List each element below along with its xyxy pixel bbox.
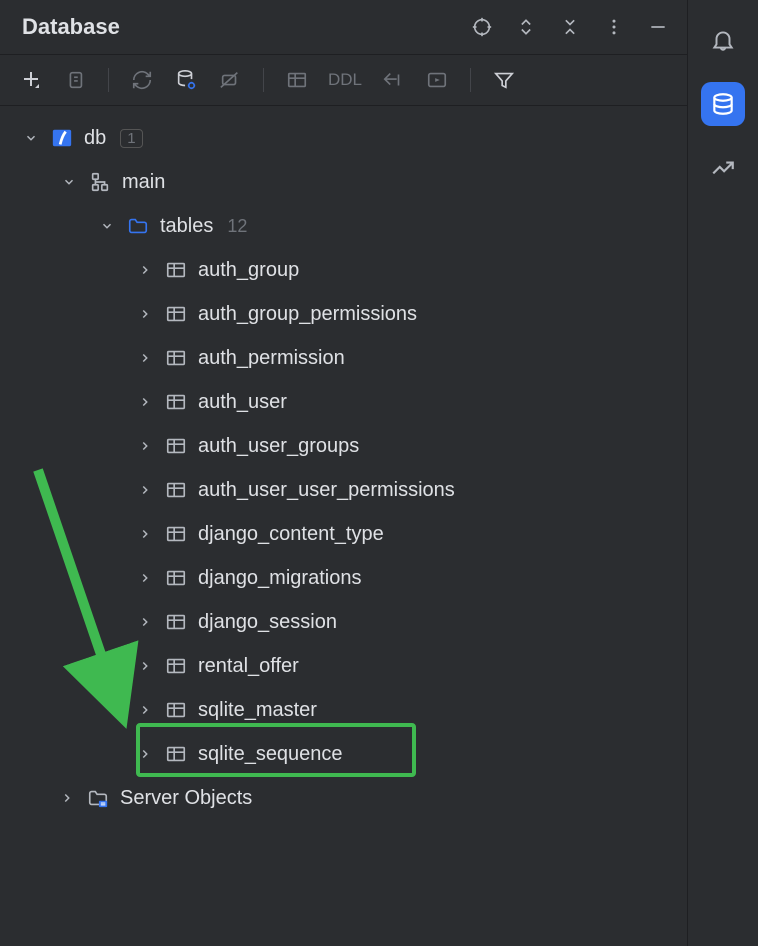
schema-label: main bbox=[122, 171, 165, 194]
chevron-down-icon[interactable] bbox=[22, 129, 40, 147]
chevron-right-icon[interactable] bbox=[136, 701, 154, 719]
table-name: auth_group bbox=[198, 259, 299, 282]
minimize-icon[interactable] bbox=[647, 16, 669, 38]
toolbar-separator bbox=[263, 68, 264, 92]
toolbar-separator bbox=[108, 68, 109, 92]
table-icon bbox=[164, 346, 188, 370]
server-objects-label: Server Objects bbox=[120, 787, 252, 810]
table-icon bbox=[164, 522, 188, 546]
add-button[interactable] bbox=[18, 67, 44, 93]
notifications-button[interactable] bbox=[701, 18, 745, 62]
table-view-button[interactable] bbox=[284, 67, 310, 93]
db-label: db bbox=[84, 127, 106, 150]
copy-button[interactable] bbox=[62, 67, 88, 93]
sqlite-icon bbox=[50, 126, 74, 150]
toolbar: DDL bbox=[0, 55, 687, 106]
database-tree: db 1 main tables 12 a bbox=[0, 106, 687, 946]
chevron-down-icon[interactable] bbox=[60, 173, 78, 191]
tree-node-table[interactable]: rental_offer bbox=[8, 644, 679, 688]
chevron-right-icon[interactable] bbox=[136, 305, 154, 323]
tables-count: 12 bbox=[227, 216, 247, 237]
collapse-icon[interactable] bbox=[559, 16, 581, 38]
folder-icon bbox=[126, 214, 150, 238]
chevron-right-icon[interactable] bbox=[136, 349, 154, 367]
table-icon bbox=[164, 434, 188, 458]
console-button[interactable] bbox=[424, 67, 450, 93]
right-rail bbox=[688, 0, 758, 946]
tree-node-table[interactable]: auth_user_user_permissions bbox=[8, 468, 679, 512]
panel-title: Database bbox=[22, 14, 120, 40]
chevron-right-icon[interactable] bbox=[136, 481, 154, 499]
tree-node-table[interactable]: django_content_type bbox=[8, 512, 679, 556]
table-icon bbox=[164, 390, 188, 414]
table-name: auth_user bbox=[198, 391, 287, 414]
chevron-right-icon[interactable] bbox=[136, 613, 154, 631]
header-actions bbox=[471, 16, 669, 38]
db-badge: 1 bbox=[120, 129, 142, 148]
table-name: django_content_type bbox=[198, 523, 384, 546]
chevron-right-icon[interactable] bbox=[136, 657, 154, 675]
refresh-button[interactable] bbox=[129, 67, 155, 93]
tree-node-table[interactable]: auth_group bbox=[8, 248, 679, 292]
chevron-right-icon[interactable] bbox=[136, 745, 154, 763]
table-icon bbox=[164, 478, 188, 502]
panel-header: Database bbox=[0, 0, 687, 55]
table-name: sqlite_master bbox=[198, 699, 317, 722]
jump-button[interactable] bbox=[380, 67, 406, 93]
tree-node-table[interactable]: sqlite_sequence bbox=[8, 732, 679, 776]
chevron-right-icon[interactable] bbox=[136, 393, 154, 411]
chevron-right-icon[interactable] bbox=[136, 261, 154, 279]
datasource-settings-button[interactable] bbox=[173, 67, 199, 93]
tree-node-table[interactable]: auth_user_groups bbox=[8, 424, 679, 468]
table-name: django_session bbox=[198, 611, 337, 634]
tree-node-db[interactable]: db 1 bbox=[8, 116, 679, 160]
tree-node-table[interactable]: auth_group_permissions bbox=[8, 292, 679, 336]
table-name: sqlite_sequence bbox=[198, 743, 343, 766]
tables-folder-label: tables bbox=[160, 215, 213, 238]
table-name: auth_user_user_permissions bbox=[198, 479, 455, 502]
tree-node-table[interactable]: auth_user bbox=[8, 380, 679, 424]
table-name: auth_permission bbox=[198, 347, 345, 370]
ddl-button[interactable]: DDL bbox=[328, 70, 362, 90]
more-icon[interactable] bbox=[603, 16, 625, 38]
table-name: django_migrations bbox=[198, 567, 361, 590]
table-icon bbox=[164, 698, 188, 722]
database-tool-button[interactable] bbox=[701, 82, 745, 126]
table-icon bbox=[164, 654, 188, 678]
tree-node-table[interactable]: django_session bbox=[8, 600, 679, 644]
chevron-right-icon[interactable] bbox=[136, 525, 154, 543]
chevron-right-icon[interactable] bbox=[136, 569, 154, 587]
chevron-down-icon[interactable] bbox=[98, 217, 116, 235]
table-icon bbox=[164, 742, 188, 766]
table-icon bbox=[164, 258, 188, 282]
table-name: rental_offer bbox=[198, 655, 299, 678]
toolbar-separator bbox=[470, 68, 471, 92]
chevron-right-icon[interactable] bbox=[136, 437, 154, 455]
tree-node-tables-folder[interactable]: tables 12 bbox=[8, 204, 679, 248]
filter-button[interactable] bbox=[491, 67, 517, 93]
table-icon bbox=[164, 610, 188, 634]
tree-node-table[interactable]: sqlite_master bbox=[8, 688, 679, 732]
target-icon[interactable] bbox=[471, 16, 493, 38]
analytics-tool-button[interactable] bbox=[701, 146, 745, 190]
table-icon bbox=[164, 302, 188, 326]
table-name: auth_user_groups bbox=[198, 435, 359, 458]
schema-icon bbox=[88, 170, 112, 194]
expand-collapse-icon[interactable] bbox=[515, 16, 537, 38]
tree-node-server-objects[interactable]: Server Objects bbox=[8, 776, 679, 820]
table-name: auth_group_permissions bbox=[198, 303, 417, 326]
chevron-right-icon[interactable] bbox=[58, 789, 76, 807]
tree-node-schema[interactable]: main bbox=[8, 160, 679, 204]
server-objects-icon bbox=[86, 786, 110, 810]
tree-node-table[interactable]: auth_permission bbox=[8, 336, 679, 380]
disconnect-button[interactable] bbox=[217, 67, 243, 93]
table-icon bbox=[164, 566, 188, 590]
tree-node-table[interactable]: django_migrations bbox=[8, 556, 679, 600]
